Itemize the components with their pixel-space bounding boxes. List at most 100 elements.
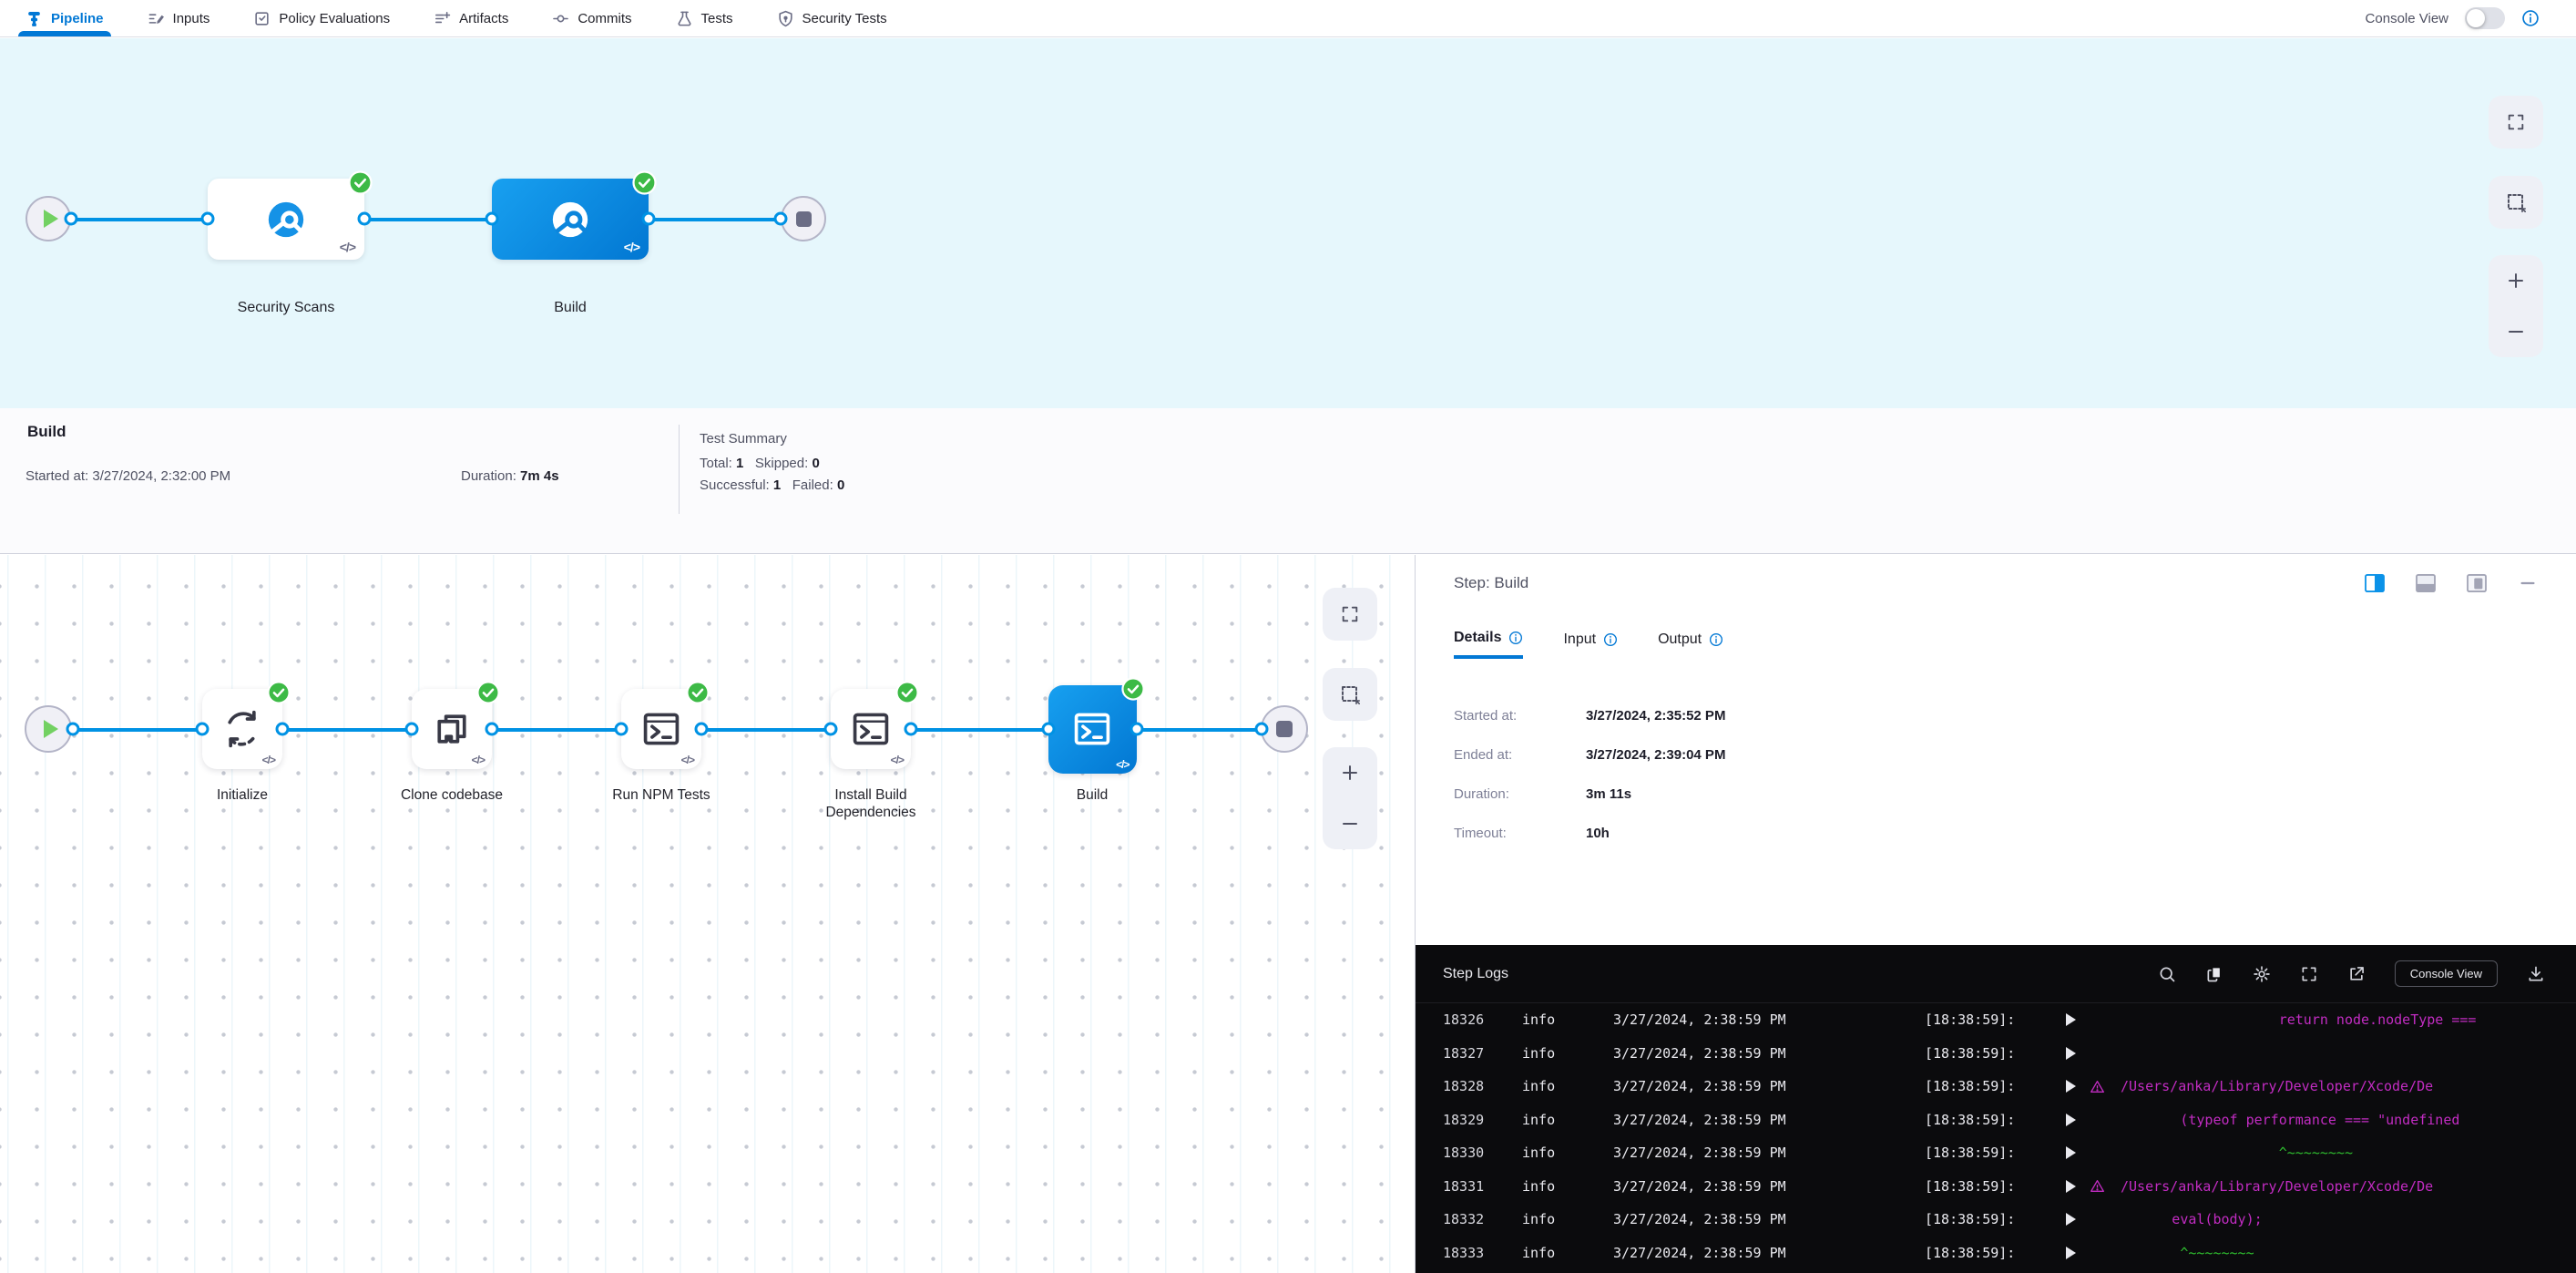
log-expand-caret[interactable]	[2066, 1080, 2090, 1093]
nav-tab-artifacts[interactable]: Artifacts	[434, 0, 508, 36]
pipeline-icon	[26, 10, 43, 27]
tab-input[interactable]: Input	[1563, 630, 1618, 659]
inputs-icon	[148, 10, 165, 27]
step-panel-header: Step: Build	[1416, 555, 2576, 611]
log-expand-caret[interactable]	[2066, 1013, 2090, 1026]
log-row-18327[interactable]: 18327 info 3/27/2024, 2:38:59 PM [18:38:…	[1416, 1037, 2576, 1071]
clone-icon	[432, 709, 472, 749]
log-row-18332[interactable]: 18332 info 3/27/2024, 2:38:59 PM [18:38:…	[1416, 1203, 2576, 1237]
step-node-run-npm-tests[interactable]: </>	[621, 689, 701, 769]
log-level: info	[1522, 1078, 1613, 1094]
detail-value: 10h	[1586, 826, 1610, 841]
stage-node-build[interactable]: </>	[492, 179, 649, 260]
nav-tabs: Pipeline Inputs Policy Evaluations Artifact…	[0, 0, 887, 36]
log-expand-caret[interactable]	[2066, 1247, 2090, 1259]
nav-tab-inputs[interactable]: Inputs	[148, 0, 210, 36]
layout-right-icon[interactable]	[2365, 574, 2385, 592]
tab-label: Output	[1658, 631, 1702, 648]
connector-port	[201, 212, 215, 226]
step-logs-tools: Console View	[2158, 960, 2545, 987]
connector-port	[65, 212, 78, 226]
log-row-18333[interactable]: 18333 info 3/27/2024, 2:38:59 PM [18:38:…	[1416, 1237, 2576, 1270]
log-level: info	[1522, 1011, 1613, 1028]
step-panel-tabs: Details Input Output	[1454, 630, 1723, 659]
log-rows[interactable]: 18326 info 3/27/2024, 2:38:59 PM [18:38:…	[1416, 1003, 2576, 1273]
nav-tab-policy-evaluations[interactable]: Policy Evaluations	[253, 0, 390, 36]
stage-node-security-scans[interactable]: </>	[208, 179, 364, 260]
connector-port	[615, 723, 629, 736]
step-start-node[interactable]	[25, 705, 72, 753]
log-expand-caret[interactable]	[2066, 1047, 2090, 1060]
log-line-number: 18329	[1443, 1112, 1522, 1128]
settings-icon[interactable]	[2253, 965, 2271, 983]
log-expand-caret[interactable]	[2066, 1180, 2090, 1193]
tests-icon	[676, 10, 693, 27]
copy-icon[interactable]	[2205, 965, 2223, 983]
canvas-zoom-in-button[interactable]	[2489, 255, 2543, 306]
console-view-toggle[interactable]	[2465, 7, 2505, 29]
canvas-zoom-controls	[2489, 255, 2543, 357]
stage-label: Build	[452, 299, 689, 316]
log-expand-caret[interactable]	[2066, 1146, 2090, 1159]
log-level: info	[1522, 1245, 1613, 1261]
policy-icon	[253, 10, 271, 27]
tab-details[interactable]: Details	[1454, 630, 1523, 659]
log-time: [18:38:59]:	[1925, 1145, 2066, 1161]
nav-right: Console View	[2366, 7, 2576, 29]
step-node-install-build-dependencies[interactable]: </>	[831, 689, 911, 769]
canvas-zoom-out-button[interactable]	[1323, 798, 1377, 849]
canvas-zoom-out-button[interactable]	[2489, 306, 2543, 357]
artifacts-icon	[434, 10, 451, 27]
nav-tab-tests[interactable]: Tests	[676, 0, 733, 36]
layout-bottom-icon[interactable]	[2416, 574, 2436, 592]
fullscreen-icon[interactable]	[2300, 965, 2318, 983]
step-node-initialize[interactable]: </>	[202, 689, 282, 769]
log-time: [18:38:59]:	[1925, 1178, 2066, 1195]
step-node-build[interactable]: </>	[1048, 685, 1137, 774]
canvas-zoom-in-button[interactable]	[1323, 747, 1377, 798]
nav-tab-commits[interactable]: Commits	[552, 0, 631, 36]
play-icon	[44, 210, 58, 228]
log-expand-caret[interactable]	[2066, 1114, 2090, 1126]
canvas-marquee-button[interactable]	[1323, 668, 1377, 721]
step-label: Run NPM Tests	[561, 787, 762, 805]
log-date: 3/27/2024, 2:38:59 PM	[1613, 1145, 1925, 1161]
connector-port	[66, 723, 80, 736]
stop-icon	[1276, 721, 1293, 737]
log-row-18330[interactable]: 18330 info 3/27/2024, 2:38:59 PM [18:38:…	[1416, 1136, 2576, 1170]
log-row-18326[interactable]: 18326 info 3/27/2024, 2:38:59 PM [18:38:…	[1416, 1003, 2576, 1037]
log-row-18329[interactable]: 18329 info 3/27/2024, 2:38:59 PM [18:38:…	[1416, 1104, 2576, 1137]
console-view-info-icon[interactable]	[2521, 9, 2540, 27]
external-link-icon[interactable]	[2347, 965, 2366, 983]
search-icon[interactable]	[2158, 965, 2176, 983]
nav-tab-security-tests[interactable]: Security Tests	[777, 0, 887, 36]
detail-label: Duration:	[1454, 786, 1586, 802]
layout-float-icon[interactable]	[2467, 574, 2487, 592]
summary-started-at: Started at: 3/27/2024, 2:32:00 PM	[26, 468, 230, 484]
canvas-fullscreen-button[interactable]	[2489, 96, 2543, 149]
log-line-number: 18328	[1443, 1078, 1522, 1094]
connector-port	[905, 723, 918, 736]
info-icon[interactable]	[1603, 632, 1618, 647]
log-row-18331[interactable]: 18331 info 3/27/2024, 2:38:59 PM [18:38:…	[1416, 1170, 2576, 1204]
detail-label: Timeout:	[1454, 826, 1586, 841]
step-detail-panel: Step: Build Details Input Output Started…	[1415, 555, 2576, 1273]
canvas-fullscreen-button[interactable]	[1323, 588, 1377, 641]
info-icon[interactable]	[1508, 631, 1523, 645]
download-icon[interactable]	[2527, 965, 2545, 983]
stage-pipeline-canvas[interactable]: </>Security Scans </>Build	[0, 38, 2576, 408]
tab-output[interactable]: Output	[1658, 630, 1723, 659]
pipeline-end-node[interactable]	[781, 196, 826, 241]
nav-tab-pipeline[interactable]: Pipeline	[26, 0, 104, 36]
step-node-clone-codebase[interactable]: </>	[412, 689, 492, 769]
step-pipeline-canvas[interactable]: </>Initialize </>Clone codebase </>Run N…	[0, 555, 1415, 1273]
info-icon[interactable]	[1709, 632, 1723, 647]
canvas-marquee-button[interactable]	[2489, 176, 2543, 229]
log-time: [18:38:59]:	[1925, 1112, 2066, 1128]
console-view-button[interactable]: Console View	[2395, 960, 2498, 987]
log-row-18328[interactable]: 18328 info 3/27/2024, 2:38:59 PM [18:38:…	[1416, 1070, 2576, 1104]
log-time: [18:38:59]:	[1925, 1211, 2066, 1227]
minimize-icon[interactable]	[2518, 574, 2538, 592]
code-glyph: </>	[624, 240, 639, 254]
log-expand-caret[interactable]	[2066, 1213, 2090, 1226]
